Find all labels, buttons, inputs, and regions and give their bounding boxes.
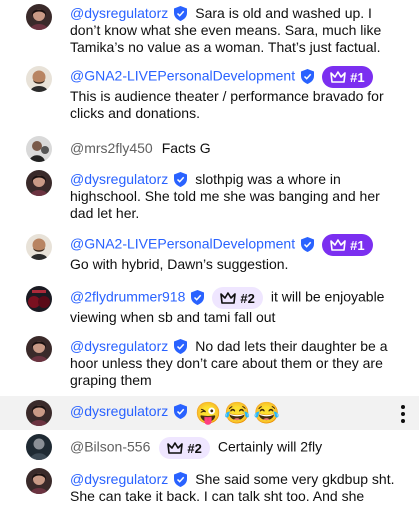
avatar[interactable] (26, 286, 52, 312)
more-vert-icon[interactable] (399, 404, 407, 423)
badge-label: #1 (350, 69, 365, 85)
message-text: Go with hybrid, Dawn’s suggestion. (70, 256, 289, 272)
emoji: 😜 (195, 402, 222, 425)
author-name[interactable]: @Bilson-556 (70, 439, 150, 455)
avatar[interactable] (26, 468, 52, 494)
verified-icon (191, 289, 205, 305)
chat-message: @dysregulatorz Sara is old and washed up.… (0, 0, 419, 62)
message-text: Certainly will 2fly (217, 438, 323, 455)
avatar[interactable] (26, 434, 52, 460)
chat-message: @dysregulatorz No dad lets their daughter… (0, 332, 419, 396)
crown-icon (330, 70, 346, 83)
chat-message: @dysregulatorz 😜 😂 😂 (0, 396, 419, 430)
member-badge: #2 (159, 437, 210, 459)
author-name[interactable]: @2flydrummer918 (70, 289, 185, 305)
member-badge: #2 (212, 287, 263, 309)
crown-icon (330, 238, 346, 251)
author-name[interactable]: @dysregulatorz (70, 171, 168, 187)
author-name[interactable]: @dysregulatorz (70, 5, 168, 21)
badge-label: #2 (240, 290, 255, 306)
chat-message: @mrs2fly450 Facts G (0, 132, 419, 166)
author-name[interactable]: @GNA2-LIVEPersonalDevelopment (70, 236, 295, 252)
author-name[interactable]: @mrs2fly450 (70, 140, 153, 156)
member-badge: #1 (322, 66, 373, 88)
author-name[interactable]: @dysregulatorz (70, 403, 168, 419)
verified-icon (301, 68, 315, 84)
chat-message: @GNA2-LIVEPersonalDevelopment #1 This is a… (0, 62, 419, 132)
verified-icon (174, 339, 188, 354)
avatar[interactable] (26, 4, 52, 30)
chat-message: @2flydrummer918 #2 it will be enjoyable vi… (0, 282, 419, 332)
verified-icon (174, 6, 188, 21)
author-name[interactable]: @dysregulatorz (70, 471, 168, 487)
badge-label: #1 (350, 237, 365, 253)
chat-message: @dysregulatorz slothpig was a whore in hi… (0, 166, 419, 230)
chat-message: @Bilson-556 #2 Certainly will 2fly (0, 430, 419, 464)
verified-icon (174, 172, 188, 187)
badge-label: #2 (187, 440, 202, 456)
chat-message: @GNA2-LIVEPersonalDevelopment #1 Go with h… (0, 230, 419, 282)
verified-icon (174, 472, 188, 487)
emoji: 😂 (224, 402, 251, 425)
member-badge: #1 (322, 234, 373, 256)
verified-icon (301, 236, 315, 252)
avatar[interactable] (26, 234, 52, 260)
crown-icon (220, 291, 237, 304)
avatar[interactable] (26, 136, 52, 162)
author-name[interactable]: @dysregulatorz (70, 338, 168, 354)
chat-message: @dysregulatorz She said some very gkdbup … (0, 464, 419, 504)
message-text: Facts G (161, 140, 211, 156)
avatar[interactable] (26, 336, 52, 362)
message-text: This is audience theater / performance b… (70, 88, 384, 121)
author-name[interactable]: @GNA2-LIVEPersonalDevelopment (70, 68, 295, 84)
avatar[interactable] (26, 400, 52, 426)
verified-icon (174, 404, 188, 419)
crown-icon (167, 441, 184, 454)
avatar[interactable] (26, 66, 52, 92)
emoji: 😂 (253, 402, 280, 425)
avatar[interactable] (26, 170, 52, 196)
